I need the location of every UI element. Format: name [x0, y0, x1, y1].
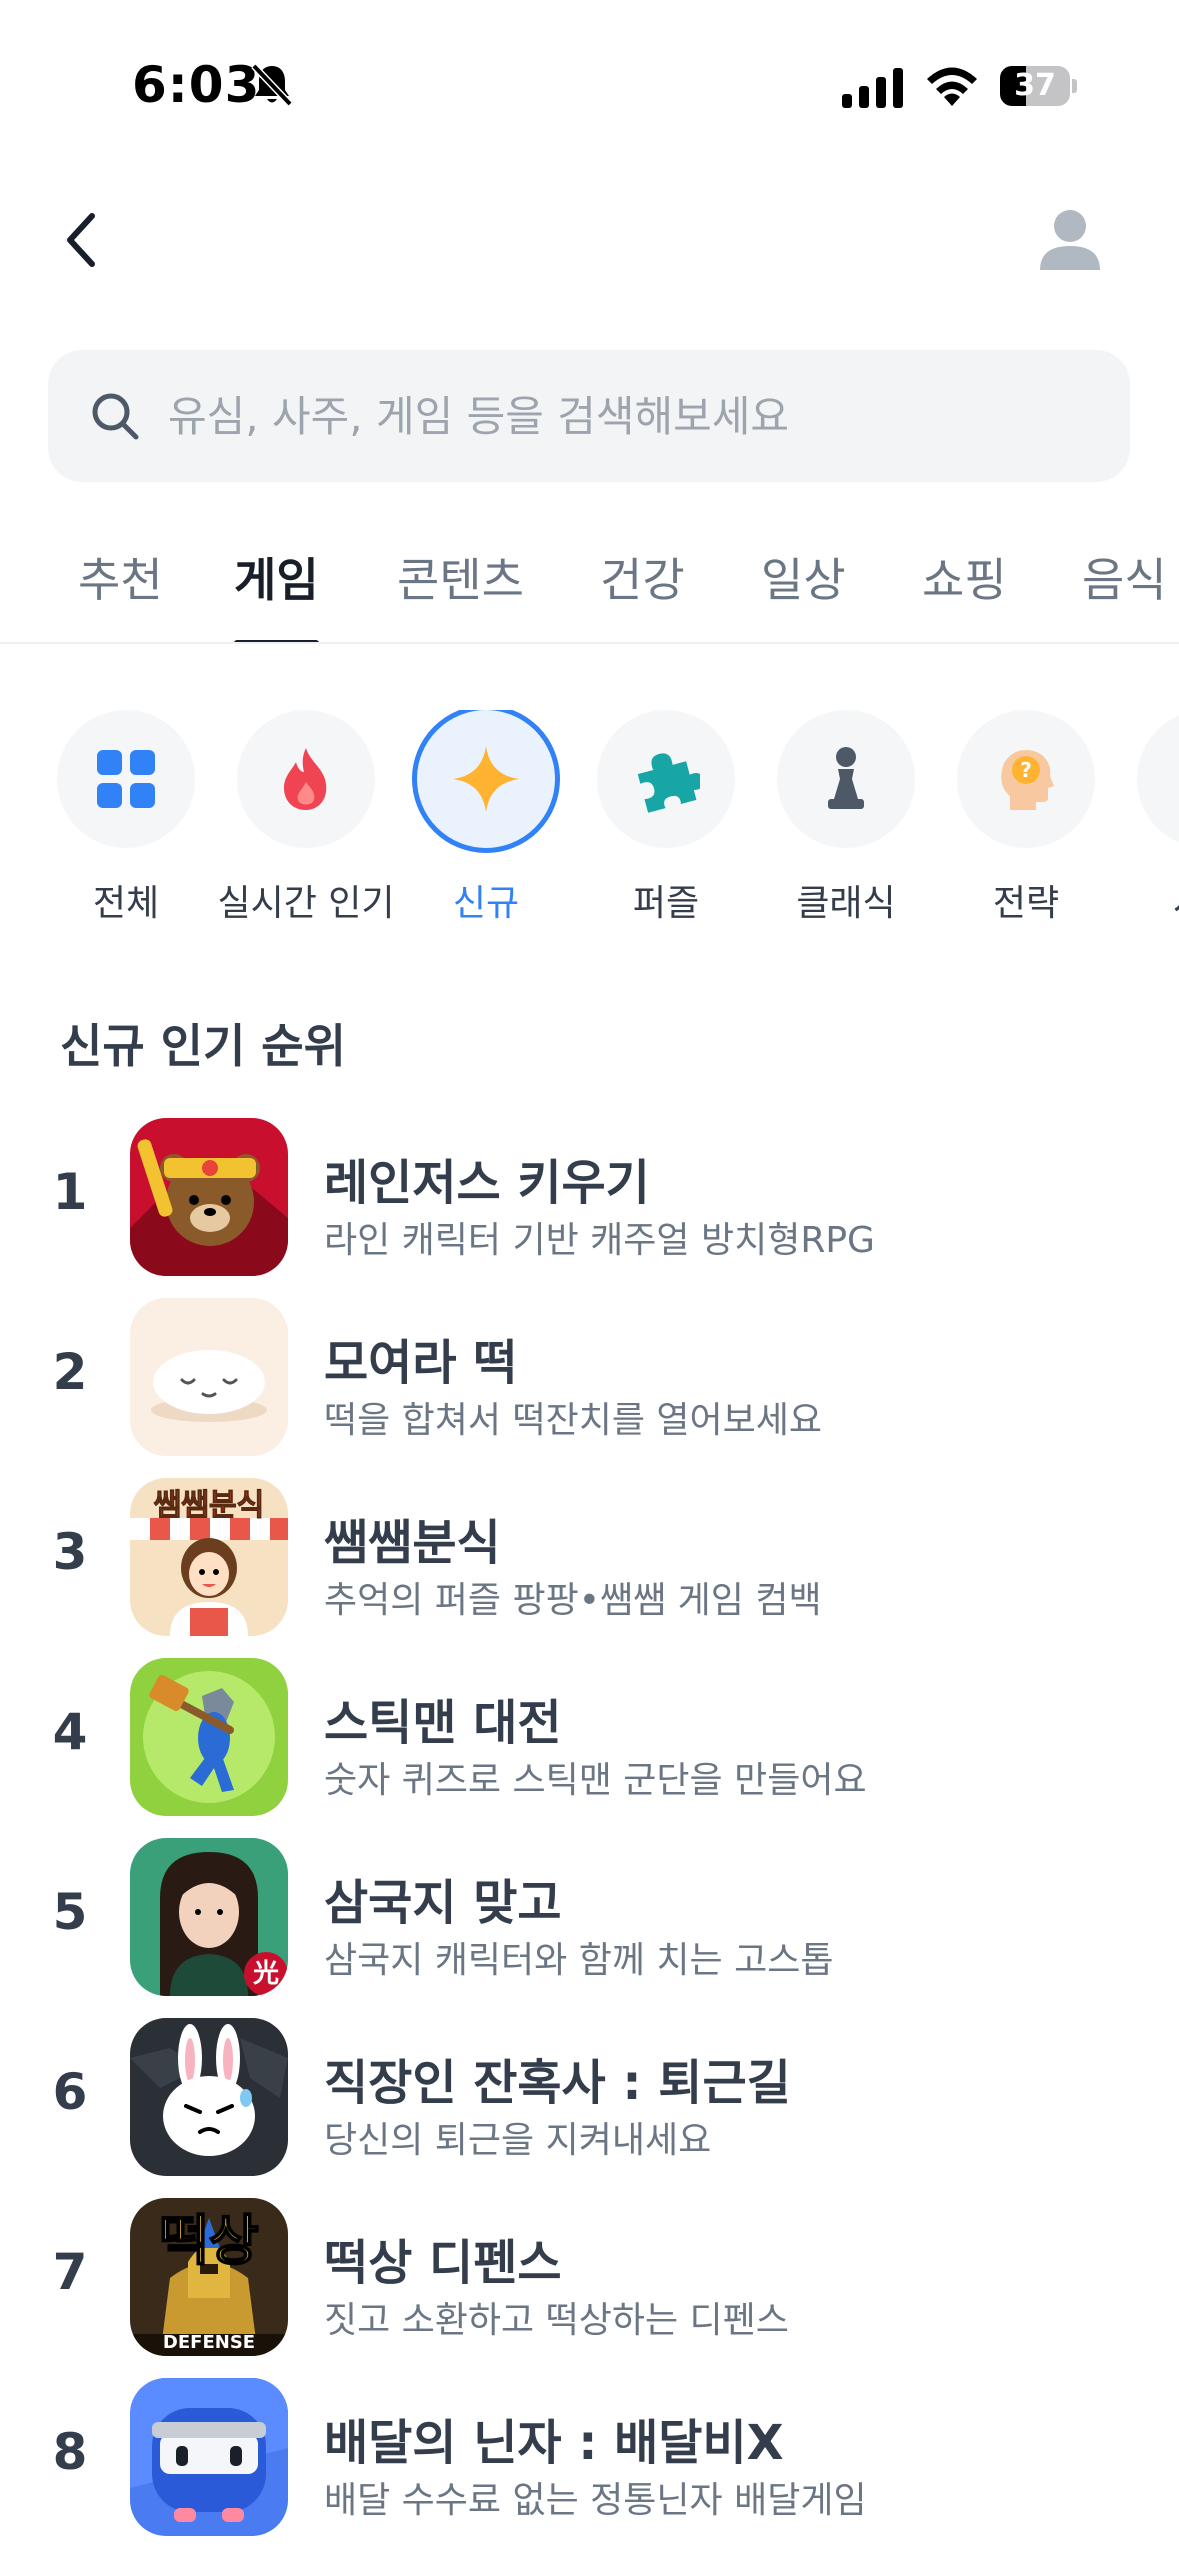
app-name: 스틱맨 대전 — [324, 1695, 562, 1751]
icon-text: 떡상 — [158, 2208, 259, 2273]
ranking-item[interactable]: 4 스틱맨 대전 숫자 퀴즈로 스틱맨 군단을 만들어요 — [0, 1655, 1179, 1835]
app-description: 짓고 소환하고 떡상하는 디펜스 — [324, 2300, 789, 2341]
ranking-item[interactable]: 6 직장인 잔혹사 : 퇴근길 당신의 퇴근을 지켜내세요 — [0, 2015, 1179, 2195]
head-question-icon: ? — [1001, 750, 1054, 810]
category-all[interactable]: 전체 — [36, 710, 216, 926]
ninja-icon — [130, 2378, 288, 2536]
rice-cake-icon — [130, 1298, 288, 1456]
rank-number: 5 — [52, 1883, 88, 1941]
category-realtime-popular[interactable]: 실시간 인기 — [216, 710, 396, 926]
game-category-filter: 전체 실시간 인기 신규 퍼즐 클래식 ? 전략 — [0, 710, 1179, 950]
puzzle-icon — [637, 753, 700, 813]
search-icon — [92, 393, 139, 440]
rank-number: 4 — [52, 1703, 88, 1761]
rank-number: 1 — [52, 1163, 88, 1221]
tab-games[interactable]: 게임 — [234, 540, 319, 642]
fire-icon — [284, 748, 327, 810]
category-new[interactable]: 신규 — [396, 710, 576, 926]
app-description: 숫자 퀴즈로 스틱맨 군단을 만들어요 — [324, 1760, 867, 1801]
tab-recommended[interactable]: 추천 — [78, 540, 163, 642]
app-name: 레인저스 키우기 — [324, 1155, 650, 1211]
tab-shopping[interactable]: 쇼핑 — [922, 540, 1007, 642]
icon-subtext: DEFENSE — [162, 2332, 256, 2353]
ranking-list: 1 레인저스 키우기 라인 캐릭터 기반 캐주얼 방치형RPG 2 모여라 떡 … — [0, 1115, 1179, 2555]
tab-food[interactable]: 음식 — [1082, 540, 1167, 642]
app-name: 삼국지 맞고 — [324, 1875, 562, 1931]
ranking-item[interactable]: 1 레인저스 키우기 라인 캐릭터 기반 캐주얼 방치형RPG — [0, 1115, 1179, 1295]
app-description: 배달 수수료 없는 정통닌자 배달게임 — [324, 2480, 867, 2521]
wifi-icon — [927, 67, 977, 106]
rank-number: 7 — [52, 2243, 88, 2301]
warrior-defense-icon: 떡상 DEFENSE — [130, 2198, 288, 2356]
app-description: 라인 캐릭터 기반 캐주얼 방치형RPG — [324, 1220, 875, 1261]
tab-daily[interactable]: 일상 — [761, 540, 846, 642]
user-icon — [1040, 210, 1100, 270]
app-name: 모여라 떡 — [324, 1335, 518, 1391]
app-description: 떡을 합쳐서 떡잔치를 열어보세요 — [324, 1400, 823, 1441]
profile-button[interactable] — [1030, 200, 1110, 280]
status-time: 6:03 — [132, 56, 261, 114]
app-name: 배달의 닌자 : 배달비X — [324, 2415, 784, 2471]
app-description: 삼국지 캐릭터와 함께 치는 고스톱 — [324, 1940, 834, 1981]
tab-contents[interactable]: 콘텐츠 — [397, 540, 524, 642]
bear-warrior-icon — [130, 1118, 288, 1276]
app-description: 추억의 퍼즐 팡팡•쌤쌤 게임 컴백 — [324, 1580, 822, 1621]
rank-number: 3 — [52, 1523, 88, 1581]
rank-number: 2 — [52, 1343, 88, 1401]
chess-pawn-icon — [828, 747, 864, 809]
app-name: 떡상 디펜스 — [324, 2235, 562, 2291]
category-puzzle[interactable]: 퍼즐 — [576, 710, 756, 926]
rabbit-icon — [130, 2018, 288, 2176]
rank-number: 6 — [52, 2063, 88, 2121]
category-simulation[interactable]: 시뮬 — [1116, 710, 1179, 926]
stickman-hammer-icon — [130, 1658, 288, 1816]
chevron-left-icon — [67, 213, 95, 267]
app-description: 당신의 퇴근을 지켜내세요 — [324, 2120, 712, 2161]
sparkle-icon — [453, 746, 519, 812]
ranking-item[interactable]: 3 쌤쌤분식 쌤쌤분식 추억의 퍼즐 팡팡•쌤쌤 게임 컴백 — [0, 1475, 1179, 1655]
app-name: 쌤쌤분식 — [324, 1515, 501, 1571]
snack-shop-icon: 쌤쌤분식 — [130, 1478, 288, 1636]
category-tabs: 추천 게임 콘텐츠 건강 일상 쇼핑 음식 — [0, 540, 1179, 644]
grid-icon — [97, 750, 155, 808]
search-bar[interactable] — [48, 350, 1130, 482]
status-bar: 6:03 37 — [0, 0, 1179, 170]
ranking-item[interactable]: 5 光 삼국지 맞고 삼국지 캐릭터와 함께 치는 고스톱 — [0, 1835, 1179, 2015]
signal-icon — [842, 68, 903, 108]
ranking-item[interactable]: 7 떡상 DEFENSE 떡상 디펜스 짓고 소환하고 떡상하는 디펜스 — [0, 2195, 1179, 2375]
icon-text: 光 — [252, 1959, 279, 1989]
rank-number: 8 — [52, 2423, 88, 2481]
category-strategy[interactable]: ? 전략 — [936, 710, 1116, 926]
battery-indicator: 37 — [1000, 66, 1077, 106]
back-button[interactable] — [50, 200, 110, 280]
ranking-item[interactable]: 8 배달의 닌자 : 배달비X 배달 수수료 없는 정통닌자 배달게임 — [0, 2375, 1179, 2555]
bell-muted-icon — [251, 63, 293, 107]
ranking-item[interactable]: 2 모여라 떡 떡을 합쳐서 떡잔치를 열어보세요 — [0, 1295, 1179, 1475]
section-title: 신규 인기 순위 — [60, 1019, 346, 1073]
icon-text: 쌤쌤분식 — [153, 1488, 265, 1524]
category-classic[interactable]: 클래식 — [756, 710, 936, 926]
three-kingdoms-icon: 光 — [130, 1838, 288, 1996]
active-tab-indicator — [234, 640, 319, 642]
search-input[interactable] — [168, 391, 1068, 441]
battery-percent: 37 — [1014, 68, 1056, 103]
tab-health[interactable]: 건강 — [600, 540, 685, 642]
app-name: 직장인 잔혹사 : 퇴근길 — [324, 2055, 791, 2111]
svg-text:?: ? — [1020, 758, 1032, 782]
